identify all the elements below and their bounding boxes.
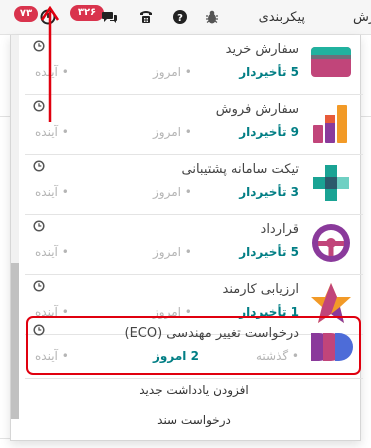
sales-icon xyxy=(313,105,347,143)
today-filter[interactable]: • امروز xyxy=(153,245,192,259)
messages-count-badge: ۳۲۶ xyxy=(70,5,104,21)
future-filter[interactable]: • آینده xyxy=(35,125,69,139)
request-document-link[interactable]: درخواست سند xyxy=(25,405,363,435)
helpdesk-icon xyxy=(313,165,349,201)
activity-row-helpdesk[interactable]: تیکت سامانه پشتیبانی 3 تأخیردار • امروز … xyxy=(25,155,363,215)
activity-title: سفارش خرید xyxy=(225,42,299,57)
activity-title: سفارش فروش xyxy=(215,102,299,117)
help-question-icon[interactable]: ? xyxy=(173,10,187,24)
page-divider xyxy=(0,438,10,439)
activity-row-sales[interactable]: سفارش فروش 9 تأخیردار • امروز • آینده xyxy=(25,95,363,155)
activities-count-badge: ۷۳ xyxy=(14,6,38,22)
clock-icon xyxy=(33,280,45,292)
future-filter[interactable]: • آینده xyxy=(35,185,69,199)
activity-title: تیکت سامانه پشتیبانی xyxy=(181,162,299,177)
late-count[interactable]: 5 تأخیردار xyxy=(239,65,299,79)
today-filter[interactable]: • امروز xyxy=(153,125,192,139)
purchase-icon xyxy=(311,47,351,77)
scrollbar-thumb[interactable] xyxy=(11,263,19,419)
annotation-highlight-box xyxy=(26,316,361,375)
today-filter[interactable]: • امروز xyxy=(153,65,192,79)
late-count[interactable]: 9 تأخیردار xyxy=(239,125,299,139)
future-filter[interactable]: • آینده xyxy=(35,245,69,259)
fleet-steering-wheel-icon xyxy=(312,224,350,262)
menu-reporting[interactable]: رش xyxy=(353,10,371,25)
activity-title: قرارداد xyxy=(260,222,299,237)
clock-icon xyxy=(33,220,45,232)
menu-configuration[interactable]: پیکربندی xyxy=(259,10,305,25)
svg-text:?: ? xyxy=(177,13,183,24)
scrollbar-track[interactable] xyxy=(11,35,19,419)
late-count[interactable]: 5 تأخیردار xyxy=(239,245,299,259)
add-new-note-link[interactable]: افزودن یادداشت جدید xyxy=(25,375,363,405)
activity-row-purchase[interactable]: سفارش خرید 5 تأخیردار • امروز • آینده xyxy=(25,35,363,95)
late-count[interactable]: 3 تأخیردار xyxy=(239,185,299,199)
annotation-arrow-icon xyxy=(40,6,60,122)
today-filter[interactable]: • امروز xyxy=(153,185,192,199)
activity-dropdown-panel: سفارش خرید 5 تأخیردار • امروز • آینده سف… xyxy=(10,35,363,441)
debug-bug-icon[interactable] xyxy=(205,9,219,25)
activity-row-contract[interactable]: قرارداد 5 تأخیردار • امروز • آینده xyxy=(25,215,363,275)
clock-icon xyxy=(33,160,45,172)
chat-bubbles-icon[interactable] xyxy=(102,10,118,24)
phone-icon[interactable] xyxy=(138,9,154,25)
page-divider xyxy=(0,116,10,117)
activity-title: ارزیابی کارمند xyxy=(222,282,299,297)
